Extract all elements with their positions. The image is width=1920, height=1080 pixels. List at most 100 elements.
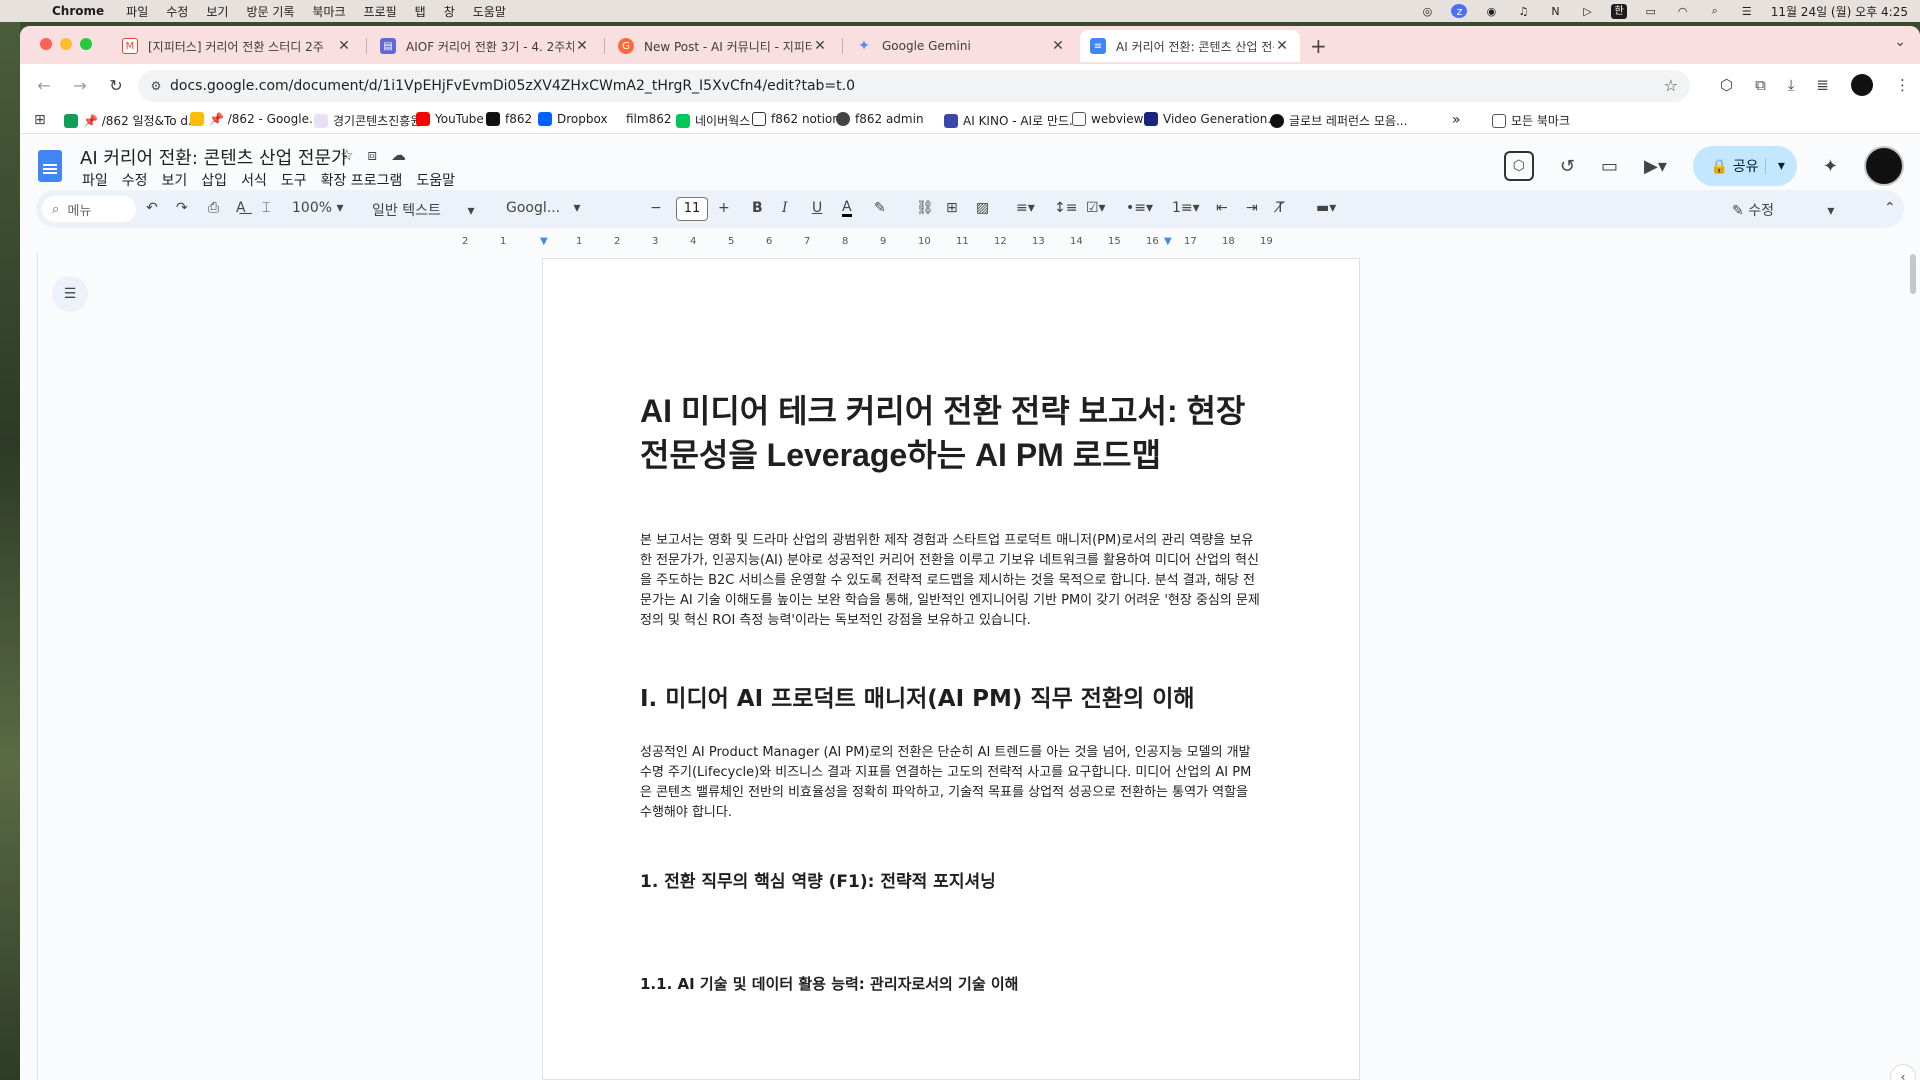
apps-grid-icon[interactable]: ⊞ [34, 112, 46, 128]
share-button[interactable]: 🔒 공유 ▾ [1692, 146, 1797, 186]
kebab-menu-icon[interactable]: ⋮ [1895, 76, 1910, 94]
menu-help[interactable]: 도움말 [473, 3, 506, 20]
align-icon[interactable]: ≡▾ [1016, 200, 1035, 216]
url-text[interactable]: docs.google.com/document/d/1i1VpEHjFvEvm… [170, 78, 855, 94]
print-icon[interactable]: ⎙ [208, 200, 219, 216]
play-icon[interactable]: ▷ [1579, 4, 1595, 18]
chat-icon[interactable]: ◉ [1483, 4, 1499, 18]
font-select[interactable]: Googl... ▾ [506, 200, 581, 216]
minimize-window-button[interactable] [60, 38, 72, 50]
document-title[interactable]: AI 커리어 전환: 콘텐츠 산업 전문가 [80, 144, 348, 170]
docs-menu-tools[interactable]: 도구 [281, 170, 307, 190]
reload-icon[interactable]: ↻ [106, 76, 126, 95]
bookmark-star-icon[interactable]: ☆ [1664, 76, 1678, 95]
menu-profile[interactable]: 프로필 [364, 3, 397, 20]
bookmark-item[interactable]: 네이버웍스 [676, 112, 750, 129]
bookmark-item[interactable]: webview [1072, 112, 1143, 126]
spellcheck-icon[interactable]: A͟ [236, 200, 246, 216]
section-1-paragraph[interactable]: 성공적인 AI Product Manager (AI PM)로의 전환은 단순… [640, 743, 1260, 823]
close-tab-icon[interactable]: ✕ [336, 38, 352, 54]
bookmarks-overflow-button[interactable]: » [1452, 112, 1461, 128]
vertical-ruler[interactable] [20, 252, 38, 1080]
subsection-heading-1-1[interactable]: 1.1. AI 기술 및 데이터 활용 능력: 관리자로서의 기술 이해 [640, 973, 1018, 994]
menu-file[interactable]: 파일 [126, 3, 148, 20]
bookmark-item[interactable]: AI KINO - AI로 만드... [944, 112, 1080, 129]
input-tools-icon[interactable]: ▬▾ [1316, 200, 1336, 216]
add-comment-icon[interactable]: ⊞ [946, 200, 958, 216]
right-indent-marker[interactable]: ▼ [1164, 236, 1172, 247]
menu-view[interactable]: 보기 [206, 3, 228, 20]
menu-app-chrome[interactable]: Chrome [52, 4, 104, 18]
account-avatar[interactable] [1864, 146, 1904, 186]
bookmark-item[interactable]: f862 [486, 112, 532, 126]
close-tab-icon[interactable]: ✕ [812, 38, 828, 54]
close-tab-icon[interactable]: ✕ [1050, 38, 1066, 54]
tab-google-docs-active[interactable]: ≡ AI 커리어 전환: 콘텐츠 산업 전문가 ✕ [1080, 30, 1300, 62]
bookmark-item[interactable]: Dropbox [538, 112, 608, 126]
tab-search-chevron-icon[interactable]: ⌄ [1894, 34, 1906, 50]
version-history-icon[interactable]: ↺ [1560, 156, 1575, 177]
paint-format-icon[interactable]: ⌶ [262, 200, 270, 216]
bookmark-item[interactable]: 📌 /862 - Google... [190, 112, 320, 126]
menu-history[interactable]: 방문 기록 [246, 3, 294, 20]
menu-search-input[interactable]: ⌕ 메뉴 [42, 196, 136, 222]
bookmark-item[interactable]: f862 admin [836, 112, 924, 126]
share-dropdown-icon[interactable]: ▾ [1764, 158, 1797, 174]
bookmark-item[interactable]: 경기콘텐츠진흥원 [314, 112, 421, 129]
menubar-clock[interactable]: 11월 24일 (월) 오후 4:25 [1771, 3, 1908, 20]
profile-avatar[interactable] [1851, 74, 1873, 96]
docs-menu-edit[interactable]: 수정 [122, 170, 148, 190]
media-icon[interactable]: ≣ [1816, 76, 1829, 94]
site-info-icon[interactable]: ⚙ [144, 79, 168, 93]
forward-arrow-icon[interactable]: → [70, 76, 90, 95]
clear-formatting-icon[interactable]: T̸ [1276, 200, 1285, 216]
bold-icon[interactable]: B [752, 200, 763, 216]
close-tab-icon[interactable]: ✕ [1274, 38, 1290, 54]
tab-gmail[interactable]: M [지피터스] 커리어 전환 스터디 2주 ✕ [112, 30, 362, 62]
star-icon[interactable]: ☆ [340, 146, 353, 164]
battery-icon[interactable]: ▭ [1643, 4, 1659, 18]
extension-icon[interactable]: ⬡ [1720, 76, 1733, 94]
style-select[interactable]: 일반 텍스트 ▾ [372, 200, 475, 220]
address-bar[interactable]: ⚙ docs.google.com/document/d/1i1VpEHjFvE… [138, 70, 1690, 102]
move-folder-icon[interactable]: ⧈ [367, 146, 377, 164]
meet-camera-icon[interactable]: ▶▾ [1644, 156, 1667, 177]
cloud-saved-icon[interactable]: ☁ [391, 146, 406, 164]
docs-menu-help[interactable]: 도움말 [416, 170, 455, 190]
section-heading-1[interactable]: I. 미디어 AI 프로덕트 매니저(AI PM) 직무 전환의 이해 [640, 679, 1195, 713]
menu-edit[interactable]: 수정 [166, 3, 188, 20]
docs-menu-view[interactable]: 보기 [162, 170, 188, 190]
document-heading-title[interactable]: AI 미디어 테크 커리어 전환 전략 보고서: 현장 전문성을 Leverag… [640, 389, 1260, 477]
bookmark-item[interactable]: 글로브 레퍼런스 모음... [1270, 112, 1407, 129]
text-color-icon[interactable]: A [842, 200, 852, 217]
extensions-puzzle-icon[interactable]: ⧉ [1755, 76, 1766, 94]
decrease-font-size-button[interactable]: − [650, 200, 662, 216]
font-size-input[interactable]: 11 [676, 197, 708, 221]
highlight-icon[interactable]: ✎ [874, 200, 886, 216]
zoom-select[interactable]: 100% ▾ [292, 200, 344, 216]
line-spacing-icon[interactable]: ↕≡ [1054, 200, 1077, 216]
new-tab-button[interactable]: + [1310, 34, 1327, 58]
gemini-sparkle-icon[interactable]: ✦ [1823, 156, 1838, 177]
subsection-heading-1[interactable]: 1. 전환 직무의 핵심 역량 (F1): 전략적 포지셔닝 [640, 867, 996, 892]
menu-tab[interactable]: 탭 [415, 3, 426, 20]
close-window-button[interactable] [40, 38, 52, 50]
collapse-toolbar-icon[interactable]: ⌃ [1884, 200, 1896, 216]
search-icon[interactable]: ⌕ [1707, 4, 1723, 18]
document-outline-button[interactable]: ☰ [52, 276, 88, 312]
undo-icon[interactable]: ↶ [146, 200, 158, 216]
decrease-indent-icon[interactable]: ⇤ [1216, 200, 1228, 216]
tab-aiof[interactable]: ▤ AIOF 커리어 전환 3기 - 4. 2주차 ✕ [370, 30, 600, 62]
tab-gpters-new-post[interactable]: G New Post - AI 커뮤니티 - 지피터 ✕ [608, 30, 838, 62]
underline-icon[interactable]: U [812, 200, 822, 216]
insert-image-icon[interactable]: ▨ [976, 200, 989, 216]
intro-paragraph[interactable]: 본 보고서는 영화 및 드라마 산업의 광범위한 제작 경험과 스타트업 프로덕… [640, 531, 1260, 631]
screen-record-icon[interactable]: ◎ [1419, 4, 1435, 18]
numbered-list-icon[interactable]: 1≡▾ [1172, 200, 1200, 216]
link-icon[interactable]: ⛓ [916, 200, 934, 216]
zoom-icon[interactable]: z [1451, 4, 1468, 18]
close-tab-icon[interactable]: ✕ [574, 38, 590, 54]
bookmark-item[interactable]: 📌 /862 일정&To d... [64, 112, 199, 129]
vertical-scrollbar[interactable] [1910, 254, 1916, 294]
checklist-icon[interactable]: ☑▾ [1086, 200, 1106, 216]
